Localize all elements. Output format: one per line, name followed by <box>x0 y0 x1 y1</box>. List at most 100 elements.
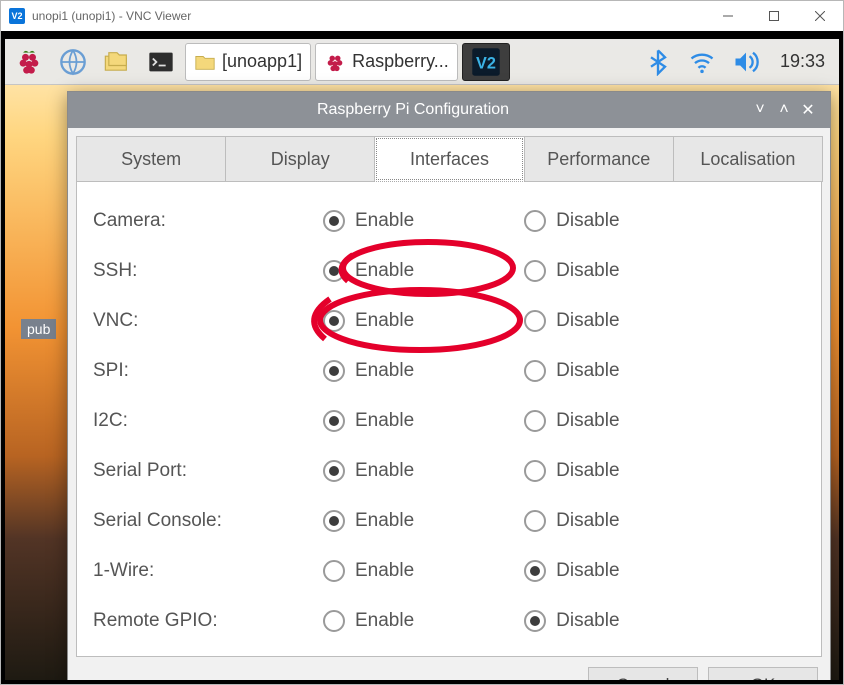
host-window-title: unopi1 (unopi1) - VNC Viewer <box>32 9 705 23</box>
vnc-viewer-window: V2 unopi1 (unopi1) - VNC Viewer <box>0 0 844 685</box>
radio-dot-icon <box>323 310 345 332</box>
desktop-icon-label[interactable]: pub <box>21 319 56 339</box>
radio-dot-icon <box>323 510 345 532</box>
row-label-one_wire: 1-Wire: <box>93 560 323 582</box>
tab-system[interactable]: System <box>76 136 226 182</box>
radio-dot-icon <box>524 610 546 632</box>
radio-serial_console-enable[interactable]: Enable <box>323 510 414 532</box>
file-manager-button[interactable] <box>97 42 137 82</box>
volume-button[interactable] <box>726 42 766 82</box>
task-file-manager[interactable]: [unoapp1] <box>185 43 311 81</box>
wifi-button[interactable] <box>682 42 722 82</box>
host-minimize-button[interactable] <box>705 1 751 31</box>
task-config-label: Raspberry... <box>352 51 449 72</box>
radio-group-remote_gpio: Enable Disable <box>323 610 805 632</box>
radio-dot-icon <box>524 310 546 332</box>
radio-label-disable: Disable <box>556 210 619 232</box>
wifi-icon <box>688 48 716 76</box>
row-label-serial_port: Serial Port: <box>93 460 323 482</box>
svg-text:V2: V2 <box>476 54 496 72</box>
row-label-camera: Camera: <box>93 210 323 232</box>
radio-label-enable: Enable <box>355 610 414 632</box>
dialog-button-bar: Cancel OK <box>76 657 822 684</box>
bluetooth-button[interactable] <box>638 42 678 82</box>
radio-i2c-disable[interactable]: Disable <box>524 410 619 432</box>
row-label-spi: SPI: <box>93 360 323 382</box>
row-one_wire: 1-Wire:Enable Disable <box>93 546 805 596</box>
config-close-button[interactable]: ✕ <box>796 98 820 122</box>
globe-icon <box>59 48 87 76</box>
radio-serial_port-disable[interactable]: Disable <box>524 460 619 482</box>
vnc-viewer-icon: V2 <box>9 8 25 24</box>
radio-one_wire-enable[interactable]: Enable <box>323 560 414 582</box>
radio-ssh-disable[interactable]: Disable <box>524 260 619 282</box>
host-close-button[interactable] <box>797 1 843 31</box>
radio-group-camera: Enable Disable <box>323 210 805 232</box>
radio-camera-enable[interactable]: Enable <box>323 210 414 232</box>
radio-spi-enable[interactable]: Enable <box>323 360 414 382</box>
tab-performance[interactable]: Performance <box>524 136 674 182</box>
radio-group-vnc: Enable Disable <box>323 310 805 332</box>
tab-localisation[interactable]: Localisation <box>673 136 823 182</box>
radio-group-spi: Enable Disable <box>323 360 805 382</box>
radio-i2c-enable[interactable]: Enable <box>323 410 414 432</box>
web-browser-button[interactable] <box>53 42 93 82</box>
tab-interfaces[interactable]: Interfaces <box>374 136 524 182</box>
row-ssh: SSH:Enable Disable <box>93 246 805 296</box>
radio-group-i2c: Enable Disable <box>323 410 805 432</box>
radio-dot-icon <box>524 360 546 382</box>
row-label-remote_gpio: Remote GPIO: <box>93 610 323 632</box>
terminal-icon <box>147 48 175 76</box>
cancel-button[interactable]: Cancel <box>588 667 698 684</box>
radio-label-disable: Disable <box>556 360 619 382</box>
interfaces-tab-page: Camera:EnableDisableSSH:EnableDisableVNC… <box>76 182 822 657</box>
radio-vnc-disable[interactable]: Disable <box>524 310 619 332</box>
radio-dot-icon <box>524 210 546 232</box>
radio-group-one_wire: Enable Disable <box>323 560 805 582</box>
task-vnc-server[interactable]: V2 <box>462 43 510 81</box>
row-label-ssh: SSH: <box>93 260 323 282</box>
row-label-vnc: VNC: <box>93 310 323 332</box>
folder-icon <box>194 51 216 73</box>
radio-label-enable: Enable <box>355 310 414 332</box>
config-maximize-button[interactable]: ˄ <box>772 98 796 122</box>
radio-group-serial_console: Enable Disable <box>323 510 805 532</box>
radio-one_wire-disable[interactable]: Disable <box>524 560 619 582</box>
radio-label-enable: Enable <box>355 360 414 382</box>
radio-label-disable: Disable <box>556 310 619 332</box>
terminal-button[interactable] <box>141 42 181 82</box>
radio-dot-icon <box>323 560 345 582</box>
row-vnc: VNC: Enable Disable <box>93 296 805 346</box>
config-title: Raspberry Pi Configuration <box>78 101 748 119</box>
ok-button[interactable]: OK <box>708 667 818 684</box>
radio-label-enable: Enable <box>355 510 414 532</box>
radio-dot-icon <box>323 410 345 432</box>
config-minimize-button[interactable]: ˅ <box>748 98 772 122</box>
config-body: System Display Interfaces Performance Lo… <box>68 128 830 684</box>
config-titlebar[interactable]: Raspberry Pi Configuration ˅ ˄ ✕ <box>68 92 830 128</box>
radio-remote_gpio-enable[interactable]: Enable <box>323 610 414 632</box>
radio-ssh-enable[interactable]: Enable <box>323 260 414 282</box>
pi-menu-button[interactable] <box>9 42 49 82</box>
radio-label-disable: Disable <box>556 260 619 282</box>
row-serial_console: Serial Console: Enable Disable <box>93 496 805 546</box>
radio-camera-disable[interactable]: Disable <box>524 210 619 232</box>
radio-remote_gpio-disable[interactable]: Disable <box>524 610 619 632</box>
radio-serial_port-enable[interactable]: Enable <box>323 460 414 482</box>
radio-vnc-enable[interactable]: Enable <box>323 310 414 332</box>
radio-dot-icon <box>323 610 345 632</box>
clock[interactable]: 19:33 <box>770 51 835 72</box>
raspberry-icon <box>15 48 43 76</box>
radio-spi-disable[interactable]: Disable <box>524 360 619 382</box>
row-label-serial_console: Serial Console: <box>93 510 323 532</box>
task-config[interactable]: Raspberry... <box>315 43 458 81</box>
folders-icon <box>103 48 131 76</box>
radio-label-disable: Disable <box>556 510 619 532</box>
radio-label-disable: Disable <box>556 610 619 632</box>
radio-label-enable: Enable <box>355 460 414 482</box>
radio-dot-icon <box>524 260 546 282</box>
radio-group-serial_port: Enable Disable <box>323 460 805 482</box>
tab-display[interactable]: Display <box>225 136 375 182</box>
host-maximize-button[interactable] <box>751 1 797 31</box>
radio-serial_console-disable[interactable]: Disable <box>524 510 619 532</box>
